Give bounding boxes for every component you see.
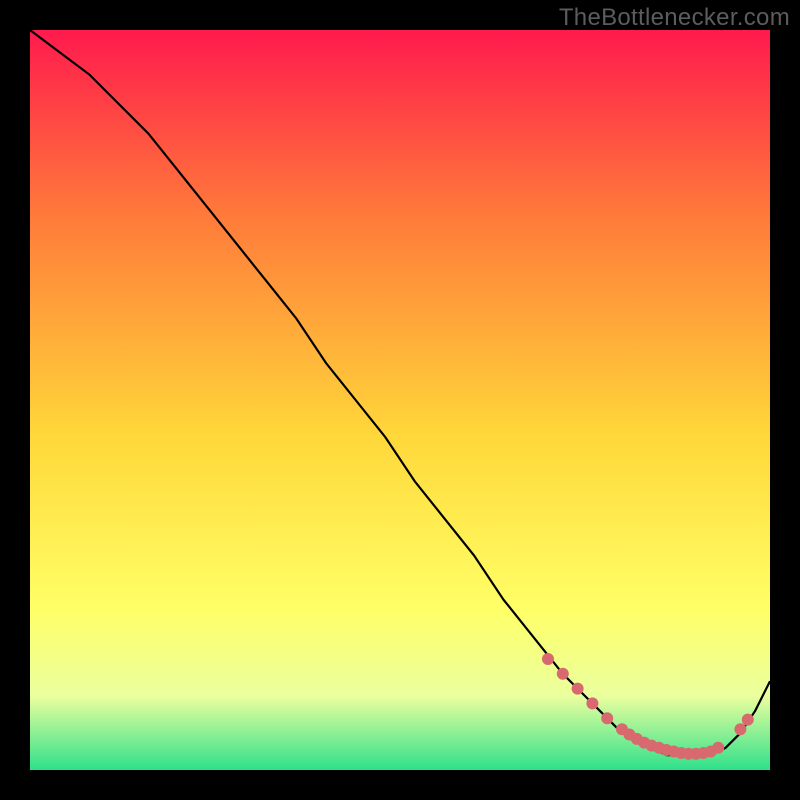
plot-area (30, 30, 770, 770)
optimal-point (542, 653, 554, 665)
optimal-point (572, 683, 584, 695)
optimal-point (601, 712, 613, 724)
gradient-background (30, 30, 770, 770)
optimal-point (734, 723, 746, 735)
optimal-point (712, 742, 724, 754)
optimal-point (557, 668, 569, 680)
watermark-text: TheBottlenecker.com (559, 4, 790, 32)
chart-svg (30, 30, 770, 770)
optimal-point (586, 697, 598, 709)
chart-frame: TheBottlenecker.com (0, 0, 800, 800)
optimal-point (742, 714, 754, 726)
